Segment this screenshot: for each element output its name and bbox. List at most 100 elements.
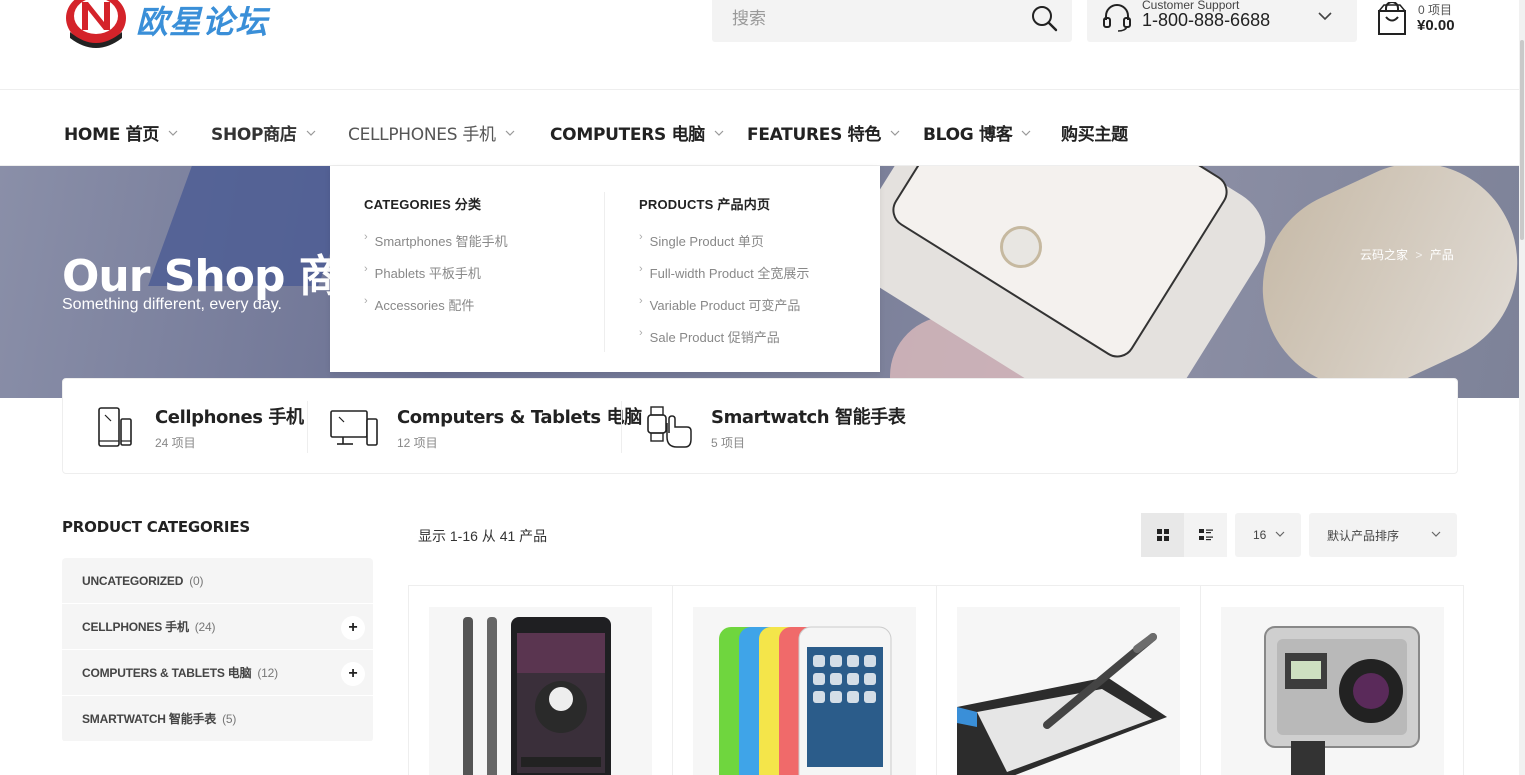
chevron-right-icon: › — [639, 295, 643, 307]
mega-link-full-width-product[interactable]: › Full-width Product 全宽展示 — [639, 263, 809, 295]
category-card-cellphones[interactable]: Cellphones 手机 24 项目 — [93, 379, 304, 475]
nav-features[interactable]: FEATURES 特色 — [747, 120, 900, 145]
caret-down-icon — [505, 130, 515, 136]
chevron-right-icon: › — [364, 263, 368, 275]
mega-link-accessories[interactable]: › Accessories 配件 — [364, 295, 508, 327]
cart-count: 0 项目 — [1418, 3, 1453, 17]
sidebar-item-computers-tablets[interactable]: COMPUTERS & TABLETS 电脑 (12) + — [62, 650, 373, 696]
nav-features-label: FEATURES 特色 — [747, 125, 882, 145]
breadcrumb: 云码之家 > 产品 — [1360, 246, 1454, 263]
product-card[interactable] — [409, 586, 673, 775]
sidebar-category-list: UNCATEGORIZED (0) CELLPHONES 手机 (24) + C… — [62, 558, 373, 742]
list-icon — [1198, 529, 1213, 541]
category-card-smartwatch[interactable]: Smartwatch 智能手表 5 项目 — [645, 379, 906, 475]
nav-buy-theme-label: 购买主题 — [1061, 125, 1128, 145]
caret-down-icon — [714, 130, 724, 136]
mega-col-products: PRODUCTS 产品内页 › Single Product 单页 › Full-w… — [639, 194, 809, 359]
nav-buy-theme[interactable]: 购买主题 — [1061, 120, 1128, 145]
expand-plus-icon[interactable]: + — [341, 616, 365, 640]
chevron-down-icon — [1431, 531, 1441, 537]
phone-product-image — [719, 626, 892, 775]
sort-select[interactable]: 默认产品排序 — [1309, 513, 1457, 557]
shopping-bag-icon — [1378, 2, 1406, 35]
chevron-right-icon: › — [364, 231, 368, 243]
grid-view-button[interactable] — [1141, 513, 1184, 557]
nav-home-label: HOME 首页 — [64, 125, 160, 145]
chevron-right-icon: › — [364, 295, 368, 307]
sidebar-item-label: SMARTWATCH 智能手表 — [82, 712, 217, 726]
category-card-computers[interactable]: Computers & Tablets 电脑 12 项目 — [329, 379, 642, 475]
mega-products-title: PRODUCTS 产品内页 — [639, 197, 771, 212]
cart-total: ¥0.00 — [1417, 17, 1455, 34]
page-scrollbar[interactable] — [1519, 0, 1525, 775]
per-page-select[interactable]: 16 — [1235, 513, 1301, 557]
support-phone: 1-800-888-6688 — [1142, 10, 1271, 30]
caret-down-icon — [1021, 130, 1031, 136]
sidebar-item-smartwatch[interactable]: SMARTWATCH 智能手表 (5) — [62, 696, 373, 742]
chevron-right-icon: › — [639, 263, 643, 275]
mega-link-sale-product[interactable]: › Sale Product 促销产品 — [639, 327, 809, 359]
logo[interactable]: 欧星论坛 — [64, 0, 268, 48]
mega-link-label: Accessories 配件 — [374, 298, 475, 313]
chevron-right-icon: › — [639, 231, 643, 243]
sidebar-item-count: (24) — [194, 619, 216, 634]
customer-support[interactable]: Customer Support 1-800-888-6688 — [1087, 0, 1357, 42]
product-image[interactable] — [957, 607, 1180, 775]
phone-product-image — [463, 617, 611, 775]
scrollbar-thumb[interactable] — [1520, 40, 1524, 240]
product-card[interactable] — [937, 586, 1201, 775]
chevron-down-icon — [1275, 531, 1285, 537]
mega-divider — [604, 192, 605, 352]
result-count: 显示 1-16 从 41 产品 — [418, 528, 548, 544]
nav-blog[interactable]: BLOG 博客 — [923, 120, 1031, 145]
nav-shop[interactable]: SHOP商店 — [211, 120, 316, 145]
sidebar-item-label: COMPUTERS & TABLETS 电脑 — [82, 666, 252, 680]
mega-link-single-product[interactable]: › Single Product 单页 — [639, 231, 809, 263]
chevron-down-icon[interactable] — [1317, 10, 1333, 22]
caret-down-icon — [168, 130, 178, 136]
sidebar-item-uncategorized[interactable]: UNCATEGORIZED (0) — [62, 558, 373, 604]
expand-plus-icon[interactable]: + — [341, 662, 365, 686]
product-image[interactable] — [429, 607, 652, 775]
category-strip: Cellphones 手机 24 项目 Computers & Tablets … — [62, 378, 1458, 474]
breadcrumb-home[interactable]: 云码之家 — [1360, 248, 1408, 262]
hero-phone-button — [1000, 226, 1042, 268]
sidebar-item-count: (12) — [257, 665, 278, 680]
search-input[interactable] — [712, 0, 1012, 42]
smartwatch-icon — [647, 406, 692, 448]
page-subtitle: Something different, every day. — [62, 296, 282, 313]
mega-link-phablets[interactable]: › Phablets 平板手机 — [364, 263, 508, 295]
list-view-button[interactable] — [1184, 513, 1227, 557]
mega-link-smartphones[interactable]: › Smartphones 智能手机 — [364, 231, 508, 263]
sidebar-item-cellphones[interactable]: CELLPHONES 手机 (24) + — [62, 604, 373, 650]
breadcrumb-current: 产品 — [1429, 248, 1454, 262]
headset-icon — [1103, 4, 1131, 32]
sidebar-item-label: UNCATEGORIZED — [82, 573, 184, 588]
caret-down-icon — [306, 130, 316, 136]
product-grid — [408, 585, 1464, 775]
mega-link-label: Sale Product 促销产品 — [649, 330, 780, 345]
sidebar-item-label: CELLPHONES 手机 — [82, 620, 189, 634]
hero-decor — [1229, 166, 1520, 398]
product-image[interactable] — [1221, 607, 1444, 775]
search-icon[interactable] — [1030, 4, 1058, 32]
mini-cart[interactable]: 0 项目 ¥0.00 — [1376, 2, 1496, 42]
logo-mark-icon — [66, 0, 126, 48]
page-title: Our Shop 商 — [62, 251, 343, 302]
mega-link-label: Single Product 单页 — [649, 234, 764, 249]
nav-cellphones[interactable]: CELLPHONES 手机 — [348, 120, 515, 145]
category-count: 24 项目 — [155, 436, 196, 450]
nav-home[interactable]: HOME 首页 — [64, 120, 178, 145]
nav-blog-label: BLOG 博客 — [923, 125, 1013, 145]
product-card[interactable] — [1201, 586, 1465, 775]
sidebar-item-count: (5) — [222, 711, 237, 726]
computer-icon — [330, 410, 378, 446]
product-image[interactable] — [693, 607, 916, 775]
product-card[interactable] — [673, 586, 937, 775]
mega-link-variable-product[interactable]: › Variable Product 可变产品 — [639, 295, 809, 327]
sidebar-title: PRODUCT CATEGORIES — [62, 518, 250, 536]
category-name: Cellphones 手机 — [155, 407, 304, 428]
mega-link-label: Full-width Product 全宽展示 — [649, 266, 810, 281]
nav-cellphones-label: CELLPHONES 手机 — [348, 125, 496, 145]
nav-computers[interactable]: COMPUTERS 电脑 — [550, 120, 724, 145]
